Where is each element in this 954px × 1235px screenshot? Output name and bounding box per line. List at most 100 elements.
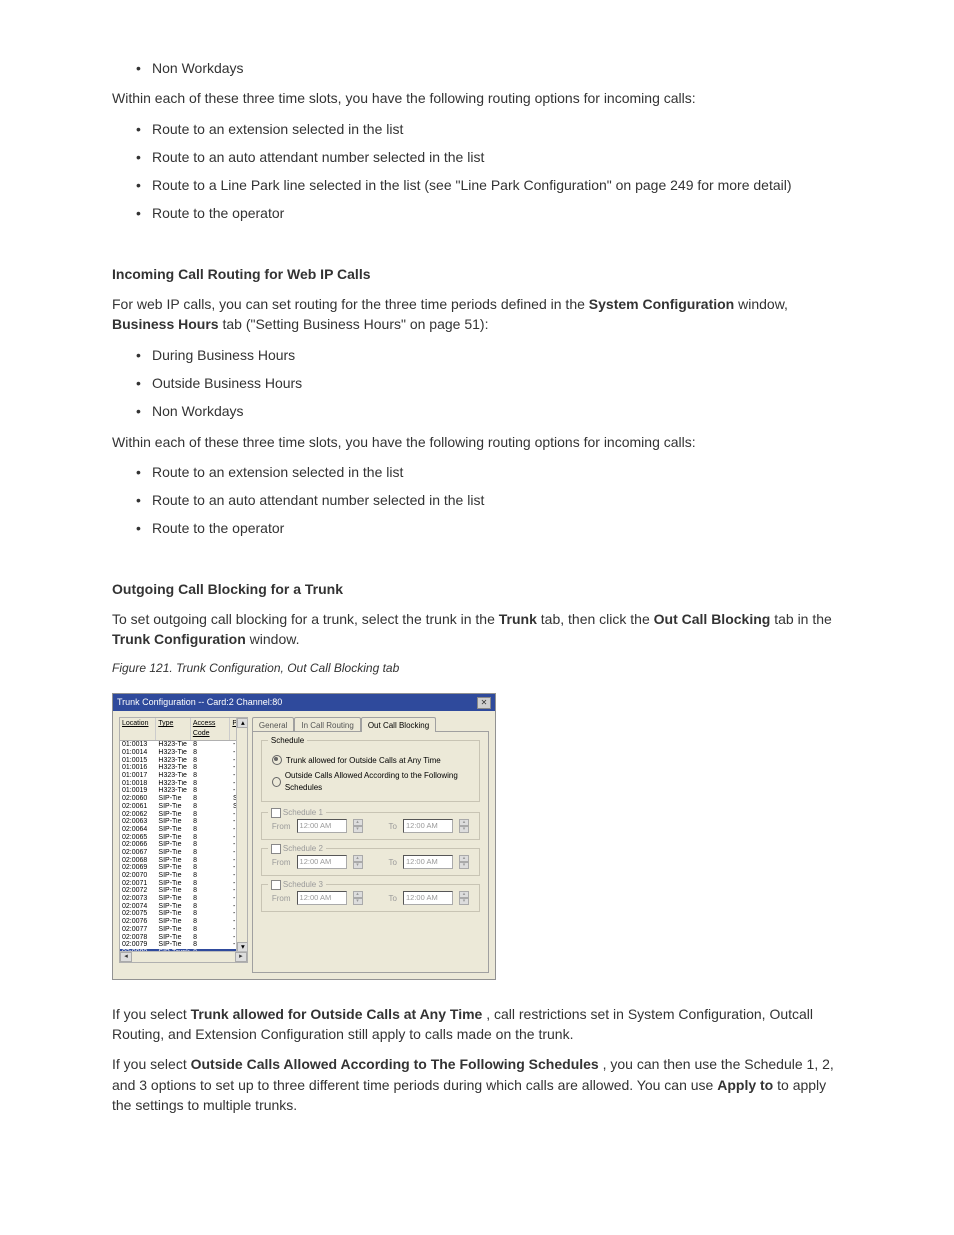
list-item: Non Workdays xyxy=(142,58,842,78)
to-label: To xyxy=(389,893,397,905)
spinner-icon[interactable]: ▴▾ xyxy=(353,819,363,833)
table-row[interactable]: 02:0079SIP-Tie8- xyxy=(120,941,247,949)
tab-out-call-blocking[interactable]: Out Call Blocking xyxy=(361,717,436,732)
list-item: Route to an auto attendant number select… xyxy=(142,147,842,167)
spinner-icon[interactable]: ▴▾ xyxy=(353,855,363,869)
scroll-up-icon[interactable]: ▴ xyxy=(237,718,248,728)
table-row[interactable]: 01:0018H323-Tie8- xyxy=(120,780,247,788)
scroll-right-icon[interactable]: ▸ xyxy=(235,952,247,962)
col-type[interactable]: Type xyxy=(156,718,191,740)
schedule-2-from-input[interactable]: 12:00 AM xyxy=(297,855,347,869)
webip-para1: For web IP calls, you can set routing fo… xyxy=(112,294,842,335)
table-row[interactable]: 02:0065SIP-Tie8- xyxy=(120,834,247,842)
tab-in-call-routing[interactable]: In Call Routing xyxy=(294,717,360,732)
table-row[interactable]: 01:0019H323-Tie8- xyxy=(120,787,247,795)
table-row[interactable]: 02:0078SIP-Tie8- xyxy=(120,934,247,942)
table-row[interactable]: 02:0069SIP-Tie8- xyxy=(120,864,247,872)
table-row[interactable]: 02:0064SIP-Tie8- xyxy=(120,826,247,834)
text-bold: Trunk xyxy=(499,611,537,627)
spinner-icon[interactable]: ▴▾ xyxy=(459,819,469,833)
list-item: Outside Business Hours xyxy=(142,373,842,393)
list-item: Route to an auto attendant number select… xyxy=(142,490,842,510)
text: To set outgoing call blocking for a trun… xyxy=(112,611,499,627)
text: window, xyxy=(738,296,788,312)
from-label: From xyxy=(272,821,291,833)
table-row[interactable]: 01:0014H323-Tie8- xyxy=(120,749,247,757)
schedule-1-to-input[interactable]: 12:00 AM xyxy=(403,819,453,833)
schedule-2-checkbox[interactable] xyxy=(271,844,281,854)
list-item: Route to an extension selected in the li… xyxy=(142,119,842,139)
table-row[interactable]: 01:0016H323-Tie8- xyxy=(120,764,247,772)
intro-bullets-b: Route to an extension selected in the li… xyxy=(142,119,842,224)
table-row[interactable]: 02:0077SIP-Tie8- xyxy=(120,926,247,934)
outcall-after1: If you select Trunk allowed for Outside … xyxy=(112,1004,842,1045)
text: tab, then click the xyxy=(541,611,654,627)
figure-caption: Figure 121. Trunk Configuration, Out Cal… xyxy=(112,660,842,677)
list-item: Non Workdays xyxy=(142,401,842,421)
intro-bullets-a: Non Workdays xyxy=(142,58,842,78)
table-row[interactable]: 02:0071SIP-Tie8- xyxy=(120,880,247,888)
col-location[interactable]: Location xyxy=(120,718,156,740)
table-row[interactable]: 02:0061SIP-Tie8Sti xyxy=(120,803,247,811)
radio-anytime[interactable] xyxy=(272,755,282,765)
out-call-blocking-panel: Schedule Trunk allowed for Outside Calls… xyxy=(252,731,489,973)
outcall-title: Outgoing Call Blocking for a Trunk xyxy=(112,579,842,599)
schedule-3-block: Schedule 3 From 12:00 AM ▴▾ To 12:00 AM … xyxy=(261,884,480,912)
from-label: From xyxy=(272,893,291,905)
schedule-1-label: Schedule 1 xyxy=(283,807,323,819)
scroll-left-icon[interactable]: ◂ xyxy=(120,952,132,962)
table-row[interactable]: 02:0075SIP-Tie8- xyxy=(120,910,247,918)
text: For web IP calls, you can set routing fo… xyxy=(112,296,589,312)
webip-bullets-a: During Business Hours Outside Business H… xyxy=(142,345,842,422)
spinner-icon[interactable]: ▴▾ xyxy=(353,891,363,905)
webip-bullets-b: Route to an extension selected in the li… xyxy=(142,462,842,539)
schedule-3-checkbox[interactable] xyxy=(271,880,281,890)
table-row[interactable]: 02:0073SIP-Tie8- xyxy=(120,895,247,903)
text-bold: Apply to xyxy=(717,1077,773,1093)
text-bold: Trunk allowed for Outside Calls at Any T… xyxy=(191,1006,483,1022)
list-item: During Business Hours xyxy=(142,345,842,365)
radio-by-schedule[interactable] xyxy=(272,777,281,787)
close-icon[interactable]: ✕ xyxy=(477,697,491,709)
schedule-1-from-input[interactable]: 12:00 AM xyxy=(297,819,347,833)
col-access-code[interactable]: Access Code xyxy=(191,718,231,740)
schedule-legend: Schedule xyxy=(268,735,307,747)
text: tab ("Setting Business Hours" on page 51… xyxy=(222,316,488,332)
table-row[interactable]: 01:0017H323-Tie8- xyxy=(120,772,247,780)
text: If you select xyxy=(112,1056,191,1072)
text-bold: Out Call Blocking xyxy=(654,611,771,627)
table-row[interactable]: 02:0074SIP-Tie8- xyxy=(120,903,247,911)
schedule-1-checkbox[interactable] xyxy=(271,808,281,818)
vertical-scrollbar[interactable]: ▴ ▾ xyxy=(236,718,247,952)
schedule-2-to-input[interactable]: 12:00 AM xyxy=(403,855,453,869)
text-bold: System Configuration xyxy=(589,296,734,312)
schedule-3-to-input[interactable]: 12:00 AM xyxy=(403,891,453,905)
outcall-after2: If you select Outside Calls Allowed Acco… xyxy=(112,1054,842,1115)
spinner-icon[interactable]: ▴▾ xyxy=(459,891,469,905)
table-row[interactable]: 02:0072SIP-Tie8- xyxy=(120,887,247,895)
table-header: Location Type Access Code Ph xyxy=(120,718,247,741)
spinner-icon[interactable]: ▴▾ xyxy=(459,855,469,869)
table-row[interactable]: 02:0076SIP-Tie8- xyxy=(120,918,247,926)
horizontal-scrollbar[interactable]: ◂ ▸ xyxy=(120,951,247,962)
table-row[interactable]: 02:0062SIP-Tie8- xyxy=(120,811,247,819)
table-row[interactable]: 01:0015H323-Tie8- xyxy=(120,757,247,765)
trunk-list-table[interactable]: Location Type Access Code Ph 01:0013H323… xyxy=(119,717,248,963)
table-row[interactable]: 02:0068SIP-Tie8- xyxy=(120,857,247,865)
tab-general[interactable]: General xyxy=(252,717,294,732)
schedule-3-from-input[interactable]: 12:00 AM xyxy=(297,891,347,905)
to-label: To xyxy=(389,821,397,833)
table-row[interactable]: 01:0013H323-Tie8- xyxy=(120,741,247,749)
schedule-3-label: Schedule 3 xyxy=(283,879,323,891)
outcall-para1: To set outgoing call blocking for a trun… xyxy=(112,609,842,650)
table-row[interactable]: 02:0067SIP-Tie8- xyxy=(120,849,247,857)
to-label: To xyxy=(389,857,397,869)
trunk-config-dialog: Trunk Configuration -- Card:2 Channel:80… xyxy=(112,693,496,980)
list-item: Route to the operator xyxy=(142,203,842,223)
table-row[interactable]: 02:0063SIP-Tie8- xyxy=(120,818,247,826)
table-row[interactable]: 02:0060SIP-Tie8Sti xyxy=(120,795,247,803)
table-row[interactable]: 02:0066SIP-Tie8- xyxy=(120,841,247,849)
radio-anytime-label: Trunk allowed for Outside Calls at Any T… xyxy=(286,755,441,767)
table-row[interactable]: 02:0070SIP-Tie8- xyxy=(120,872,247,880)
dialog-title: Trunk Configuration -- Card:2 Channel:80 xyxy=(117,696,282,709)
